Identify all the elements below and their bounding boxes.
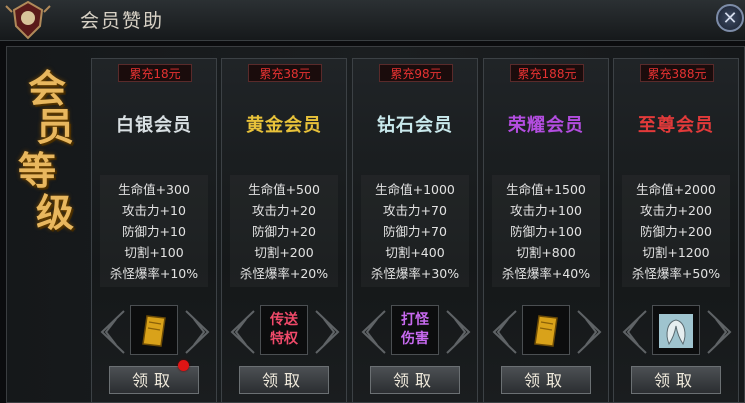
claim-button[interactable]: 领取 bbox=[239, 366, 329, 394]
ornament-left-icon bbox=[492, 310, 517, 354]
reward-text: 打怪 伤害 bbox=[392, 311, 438, 349]
stat-line: 防御力+200 bbox=[640, 224, 712, 239]
membership-level-label: 会 员 等 级 bbox=[6, 58, 86, 238]
claim-button[interactable]: 领取 bbox=[370, 366, 460, 394]
side-label-char: 级 bbox=[36, 190, 75, 235]
reward-slot[interactable] bbox=[130, 305, 178, 355]
ornament-left-icon bbox=[230, 310, 255, 354]
recharge-requirement: 累充388元 bbox=[640, 64, 714, 82]
membership-card: 累充38元黄金会员生命值+500 攻击力+20 防御力+20 切割+200 杀怪爆率+2… bbox=[221, 58, 347, 403]
window-title: 会员赞助 bbox=[80, 10, 165, 32]
reward-text-line: 伤害 bbox=[401, 331, 429, 347]
ornament-right-icon bbox=[185, 310, 210, 354]
stat-line: 生命值+2000 bbox=[636, 182, 716, 197]
stat-line: 防御力+10 bbox=[122, 224, 186, 239]
ornament-left-icon bbox=[622, 310, 647, 354]
stat-line: 防御力+100 bbox=[510, 224, 582, 239]
stat-line: 切割+800 bbox=[516, 245, 576, 260]
ornament-right-icon bbox=[577, 310, 602, 354]
tier-name: 白银会员 bbox=[116, 115, 192, 136]
book-icon bbox=[142, 315, 166, 347]
stat-line: 切割+200 bbox=[254, 245, 314, 260]
stat-line: 切割+1200 bbox=[642, 245, 710, 260]
wings-icon bbox=[659, 314, 693, 348]
stat-line: 攻击力+100 bbox=[510, 203, 582, 218]
stat-line: 攻击力+200 bbox=[640, 203, 712, 218]
tier-name: 至尊会员 bbox=[638, 115, 714, 136]
stat-line: 生命值+500 bbox=[248, 182, 320, 197]
membership-card: 累充188元 荣耀会员生命值+1500 攻击力+100 防御力+100 切割+800 杀怪… bbox=[483, 58, 609, 403]
membership-card: 累充388元 至尊会员生命值+2000 攻击力+200 防御力+200 切割+1200 杀… bbox=[613, 58, 739, 403]
recharge-requirement: 累充38元 bbox=[248, 64, 322, 82]
stat-line: 杀怪爆率+30% bbox=[370, 266, 460, 281]
stat-line: 攻击力+70 bbox=[383, 203, 447, 218]
ornament-left-icon bbox=[100, 310, 125, 354]
title-bar: 会员赞助 ✕ bbox=[0, 0, 745, 41]
reward-text-line: 传送 bbox=[270, 312, 298, 328]
tier-name: 黄金会员 bbox=[246, 115, 322, 136]
ornament-right-icon bbox=[446, 310, 471, 354]
stat-line: 杀怪爆率+40% bbox=[501, 266, 591, 281]
notification-dot bbox=[178, 360, 189, 371]
claim-button[interactable]: 领取 bbox=[631, 366, 721, 394]
reward-slot[interactable] bbox=[652, 305, 700, 355]
membership-card: 累充98元钻石会员生命值+1000 攻击力+70 防御力+70 切割+400 杀怪爆率+… bbox=[352, 58, 478, 403]
reward-text-line: 打怪 bbox=[401, 312, 429, 328]
stat-line: 生命值+300 bbox=[118, 182, 190, 197]
stat-line: 防御力+70 bbox=[383, 224, 447, 239]
close-icon[interactable]: ✕ bbox=[716, 4, 744, 32]
recharge-requirement: 累充18元 bbox=[118, 64, 192, 82]
ornament-left-icon bbox=[361, 310, 386, 354]
stat-line: 杀怪爆率+10% bbox=[109, 266, 199, 281]
book-icon bbox=[534, 315, 558, 347]
stat-line: 防御力+20 bbox=[252, 224, 316, 239]
reward-text-line: 特权 bbox=[270, 331, 298, 347]
stat-line: 杀怪爆率+50% bbox=[631, 266, 721, 281]
reward-slot[interactable] bbox=[522, 305, 570, 355]
tier-name: 荣耀会员 bbox=[508, 115, 584, 136]
tier-name: 钻石会员 bbox=[377, 115, 453, 136]
recharge-requirement: 累充98元 bbox=[379, 64, 453, 82]
stat-line: 攻击力+20 bbox=[252, 203, 316, 218]
recharge-requirement: 累充188元 bbox=[510, 64, 584, 82]
reward-text: 传送 特权 bbox=[261, 311, 307, 349]
ornament-right-icon bbox=[315, 310, 340, 354]
claim-button[interactable]: 领取 bbox=[501, 366, 591, 394]
membership-card: 累充18元白银会员生命值+300 攻击力+10 防御力+10 切割+100 杀怪爆率+1… bbox=[91, 58, 217, 403]
reward-slot[interactable]: 传送 特权 bbox=[260, 305, 308, 355]
stat-line: 切割+100 bbox=[124, 245, 184, 260]
stat-line: 切割+400 bbox=[385, 245, 445, 260]
guild-emblem-icon bbox=[5, 0, 51, 40]
stat-line: 杀怪爆率+20% bbox=[239, 266, 329, 281]
stat-line: 生命值+1000 bbox=[375, 182, 455, 197]
ornament-right-icon bbox=[707, 310, 732, 354]
stat-line: 攻击力+10 bbox=[122, 203, 186, 218]
reward-slot[interactable]: 打怪 伤害 bbox=[391, 305, 439, 355]
stat-line: 生命值+1500 bbox=[506, 182, 586, 197]
